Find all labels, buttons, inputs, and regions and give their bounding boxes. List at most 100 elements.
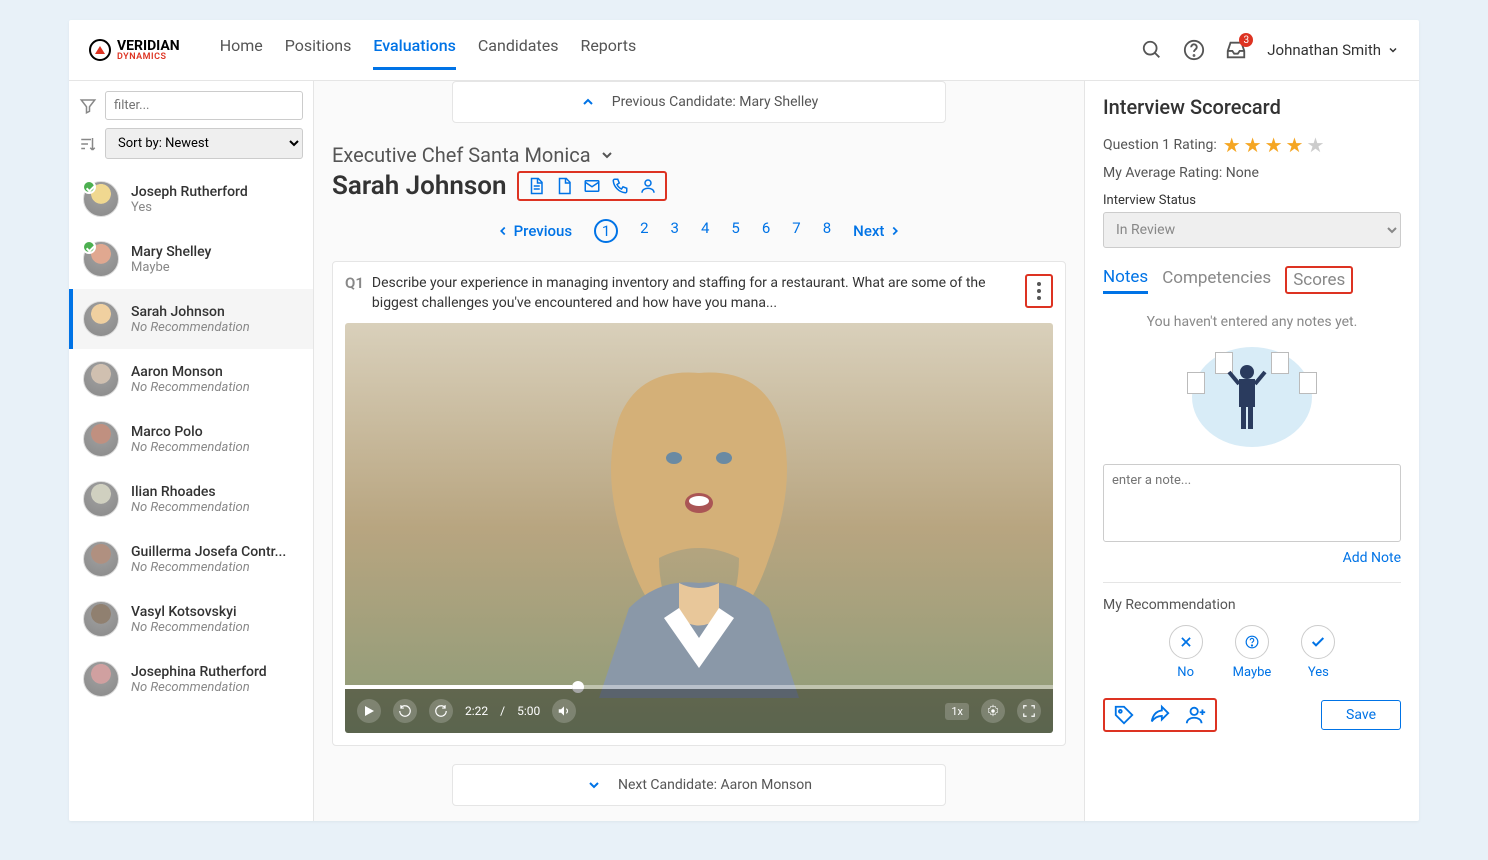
pager-page[interactable]: 1 [594,219,618,243]
tab-scores[interactable]: Scores [1285,266,1353,294]
pager-page[interactable]: 5 [731,219,739,243]
recommendation-title: My Recommendation [1103,597,1401,613]
candidate-name: Marco Polo [131,424,250,440]
document-icon[interactable] [527,177,545,195]
tab-notes[interactable]: Notes [1103,267,1148,294]
avg-rating: My Average Rating: None [1103,165,1401,181]
candidate-status: Yes [131,200,248,215]
video-player[interactable]: 2:22 / 5:00 1x [345,323,1053,733]
help-icon[interactable] [1183,39,1205,61]
volume-button[interactable] [552,699,576,723]
previous-candidate-card[interactable]: Previous Candidate: Mary Shelley [452,81,946,123]
scorecard-title: Interview Scorecard [1103,95,1401,119]
question-icon [1245,635,1259,649]
settings-button[interactable] [981,699,1005,723]
brand-name: VERIDIAN [117,39,180,53]
next-candidate-card[interactable]: Next Candidate: Aaron Monson [452,764,946,806]
nav-evaluations[interactable]: Evaluations [373,30,456,70]
speed-button[interactable]: 1x [945,703,969,720]
star-icon[interactable]: ★ [1244,133,1262,157]
forward-button[interactable] [429,699,453,723]
pager-page[interactable]: 3 [671,219,679,243]
avatar [83,421,119,457]
candidate-name: Mary Shelley [131,244,211,260]
star-icon[interactable]: ★ [1223,133,1241,157]
q1-rating-label: Question 1 Rating: [1103,137,1217,153]
pager-next[interactable]: Next [853,222,902,240]
note-input[interactable] [1103,464,1401,542]
rewind-button[interactable] [393,699,417,723]
nav-reports[interactable]: Reports [580,30,636,70]
candidate-item[interactable]: Sarah Johnson No Recommendation [69,289,313,349]
nav-positions[interactable]: Positions [285,30,352,70]
candidate-item[interactable]: Joseph Rutherford Yes [69,169,313,229]
notes-empty-text: You haven't entered any notes yet. [1103,314,1401,330]
candidate-name: Guillerma Josefa Contr... [131,544,286,560]
rec-maybe[interactable]: Maybe [1233,625,1272,680]
avatar [83,661,119,697]
video-elapsed: 2:22 [465,704,488,718]
video-thumbnail [559,358,839,698]
candidate-item[interactable]: Josephina Rutherford No Recommendation [69,649,313,709]
nav-candidates[interactable]: Candidates [478,30,559,70]
question-menu[interactable] [1025,274,1053,308]
star-icon[interactable]: ★ [1286,133,1304,157]
inbox-badge: 3 [1239,33,1253,47]
brand-sub: DYNAMICS [117,53,180,62]
candidate-item[interactable]: Marco Polo No Recommendation [69,409,313,469]
candidate-item[interactable]: Mary Shelley Maybe [69,229,313,289]
inbox-icon[interactable]: 3 [1225,39,1247,61]
chevron-right-icon [888,224,902,238]
x-icon [1179,635,1193,649]
pager-page[interactable]: 4 [701,219,709,243]
avatar [83,601,119,637]
save-button[interactable]: Save [1321,700,1401,730]
avatar [83,361,119,397]
star-icon[interactable]: ★ [1265,133,1283,157]
kebab-icon [1037,282,1041,300]
candidate-item[interactable]: Vasyl Kotsovskyi No Recommendation [69,589,313,649]
email-icon[interactable] [583,177,601,195]
pager-page[interactable]: 8 [823,219,831,243]
search-icon[interactable] [1141,39,1163,61]
candidate-item[interactable]: Guillerma Josefa Contr... No Recommendat… [69,529,313,589]
tab-competencies[interactable]: Competencies [1162,268,1271,292]
rec-no[interactable]: No [1169,625,1203,680]
phone-icon[interactable] [611,177,629,195]
profile-icon[interactable] [639,177,657,195]
position-title[interactable]: Executive Chef Santa Monica [332,143,1066,167]
share-icon[interactable] [1149,704,1171,726]
chevron-down-icon [599,147,615,163]
add-user-icon[interactable] [1185,704,1207,726]
candidate-status: No Recommendation [131,320,250,335]
star-icon[interactable]: ★ [1306,133,1324,157]
filter-icon[interactable] [79,97,97,115]
play-button[interactable] [357,699,381,723]
candidate-item[interactable]: Aaron Monson No Recommendation [69,349,313,409]
sort-select[interactable]: Sort by: Newest [105,128,303,159]
user-menu[interactable]: Johnathan Smith [1267,41,1399,59]
candidate-name: Sarah Johnson [332,171,507,201]
notes-illustration [1187,342,1317,452]
status-select[interactable]: In Review [1103,212,1401,248]
add-note-link[interactable]: Add Note [1103,550,1401,566]
candidate-actions [517,171,667,201]
pager-page[interactable]: 7 [792,219,800,243]
filter-input[interactable] [105,91,303,120]
pager-page[interactable]: 2 [640,219,648,243]
check-icon [1310,634,1326,650]
sort-icon[interactable] [79,135,97,153]
nav-home[interactable]: Home [220,30,263,70]
question-number: Q1 [345,274,364,292]
fullscreen-button[interactable] [1017,699,1041,723]
avatar [83,301,119,337]
candidate-status: No Recommendation [131,380,250,395]
candidate-status: Maybe [131,260,211,275]
rec-yes[interactable]: Yes [1301,625,1335,680]
logo: VERIDIAN DYNAMICS [89,39,180,62]
pager-previous[interactable]: Previous [496,222,573,240]
pager-page[interactable]: 6 [762,219,770,243]
candidate-item[interactable]: Ilian Rhoades No Recommendation [69,469,313,529]
tag-icon[interactable] [1113,704,1135,726]
file-icon[interactable] [555,177,573,195]
